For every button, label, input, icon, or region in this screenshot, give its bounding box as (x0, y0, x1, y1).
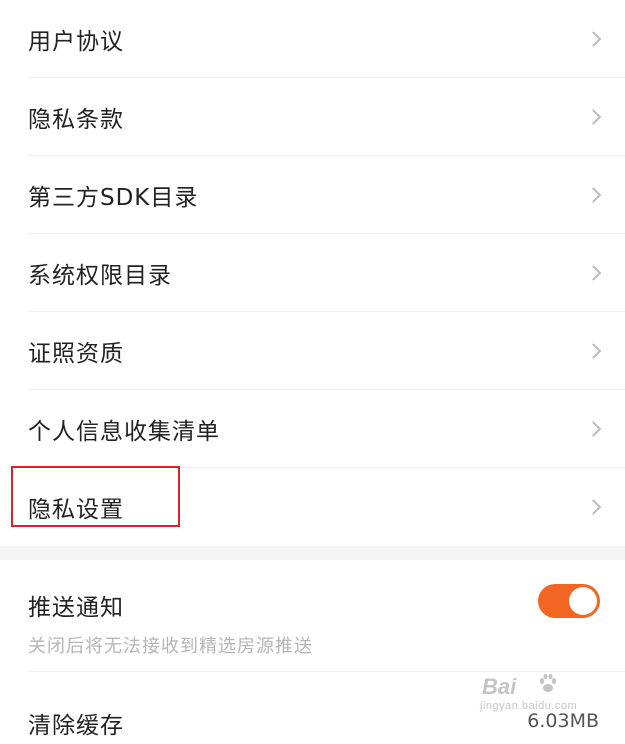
menu-item-licenses[interactable]: 证照资质 (0, 312, 625, 390)
menu-item-third-party-sdk[interactable]: 第三方SDK目录 (0, 156, 625, 234)
push-notification-description: 关闭后将无法接收到精选房源推送 (28, 636, 313, 657)
highlight-box (11, 466, 180, 527)
push-notification-title: 推送通知 (28, 595, 124, 621)
chevron-right-icon (585, 109, 602, 125)
menu-item-personal-info-list[interactable]: 个人信息收集清单 (0, 390, 625, 468)
watermark-subtext: jingyan.baidu.com (480, 700, 578, 712)
menu-item-label: 个人信息收集清单 (28, 419, 220, 445)
paw-icon (539, 673, 557, 692)
push-notification-toggle[interactable] (538, 584, 600, 618)
baidu-watermark: Bai jingyan.baidu.com (476, 672, 596, 722)
clear-cache-title: 清除缓存 (28, 713, 124, 739)
push-notification-row: 推送通知 关闭后将无法接收到精选房源推送 (0, 560, 625, 672)
watermark-text: Bai (482, 674, 517, 699)
menu-item-label: 用户协议 (28, 29, 124, 55)
menu-item-label: 系统权限目录 (28, 263, 172, 289)
menu-item-label: 第三方SDK目录 (28, 185, 199, 211)
menu-item-user-agreement[interactable]: 用户协议 (0, 0, 625, 78)
chevron-right-icon (585, 421, 602, 437)
chevron-right-icon (585, 499, 602, 515)
settings-list: 用户协议 隐私条款 第三方SDK目录 系统权限目录 证照资质 个人信息收集清单 … (0, 0, 625, 546)
menu-item-system-permissions[interactable]: 系统权限目录 (0, 234, 625, 312)
menu-item-label: 隐私条款 (28, 107, 124, 133)
chevron-right-icon (585, 187, 602, 203)
toggle-knob (569, 587, 597, 615)
chevron-right-icon (585, 265, 602, 281)
menu-item-privacy-terms[interactable]: 隐私条款 (0, 78, 625, 156)
chevron-right-icon (585, 343, 602, 359)
section-separator (0, 546, 625, 560)
menu-item-label: 证照资质 (28, 341, 124, 367)
chevron-right-icon (585, 31, 602, 47)
